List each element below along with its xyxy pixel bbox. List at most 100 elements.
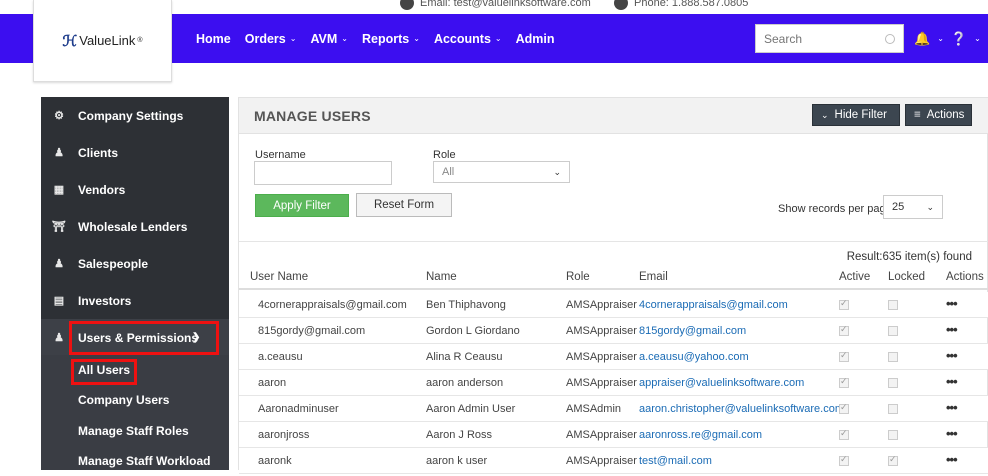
records-per-page-select[interactable]: 25 ⌄	[883, 195, 943, 219]
table-row[interactable]: aaronjrossAaron J RossAMSAppraiseraaronr…	[239, 422, 988, 448]
brand-trademark: ®	[137, 37, 142, 44]
cell-email-link[interactable]: aaron.christopher@valuelinksoftware.com	[639, 403, 844, 415]
nav-accounts[interactable]: Accounts⌄	[434, 32, 502, 46]
apply-filter-button[interactable]: Apply Filter	[255, 194, 349, 217]
locked-checkbox[interactable]	[888, 352, 898, 362]
sidebar-item-label: Investors	[78, 294, 131, 308]
active-checkbox[interactable]	[839, 430, 849, 440]
submenu-label: Manage Staff Workload	[78, 454, 210, 468]
more-actions-icon[interactable]: •••	[946, 296, 957, 311]
table-row[interactable]: 4cornerappraisals@gmail.com Ben Thiphavon…	[239, 292, 988, 318]
cell-name: Ben Thiphavong	[426, 299, 506, 311]
more-actions-icon[interactable]: •••	[946, 400, 957, 415]
active-checkbox[interactable]	[839, 300, 849, 310]
nav-home[interactable]: Home	[196, 32, 231, 46]
chevron-down-icon: ⌄	[553, 167, 561, 178]
cell-email-link[interactable]: a.ceausu@yahoo.com	[639, 351, 749, 363]
help-icon[interactable]: ❔	[951, 31, 967, 47]
email-contact: Email: test@valuelinksoftware.com	[400, 0, 591, 10]
cell-name: Aaron Admin User	[426, 403, 515, 415]
cell-email-link[interactable]: appraiser@valuelinksoftware.com	[639, 377, 804, 389]
building-icon: ▦	[52, 183, 66, 196]
submenu-manage-staff-workload[interactable]: Manage Staff Workload	[41, 446, 229, 476]
locked-checkbox[interactable]	[888, 404, 898, 414]
search-input[interactable]	[764, 32, 874, 46]
sidebar-item-label: Vendors	[78, 183, 125, 197]
column-header-locked[interactable]: Locked	[888, 271, 925, 283]
table-row[interactable]: aaronaaron andersonAMSAppraiserappraiser…	[239, 370, 988, 396]
nav-orders[interactable]: Orders⌄	[245, 32, 297, 46]
sidebar-item-company-settings[interactable]: ⚙ Company Settings	[41, 97, 229, 134]
cell-email-link[interactable]: test@mail.com	[639, 455, 712, 467]
column-header-active[interactable]: Active	[839, 271, 870, 283]
table-row[interactable]: aaronkaaron k userAMSAppraisertest@mail.…	[239, 448, 988, 474]
user-icon: ♟	[52, 146, 66, 159]
submenu-label: Manage Staff Roles	[78, 424, 189, 438]
cell-email-link[interactable]: 815gordy@gmail.com	[639, 325, 746, 337]
more-actions-icon[interactable]: •••	[946, 374, 957, 389]
nav-avm[interactable]: AVM⌄	[310, 32, 348, 46]
page-title: MANAGE USERS	[254, 108, 371, 124]
logo-box[interactable]: ℋ ValueLink®	[33, 0, 172, 82]
more-actions-icon[interactable]: •••	[946, 452, 957, 467]
submenu-manage-staff-roles[interactable]: Manage Staff Roles	[41, 416, 229, 446]
active-checkbox[interactable]	[839, 456, 849, 466]
sidebar-item-wholesale-lenders[interactable]: ⛩ Wholesale Lenders	[41, 208, 229, 245]
search-box[interactable]	[755, 24, 904, 53]
cell-role: AMSAppraiser	[566, 325, 637, 337]
nav-admin[interactable]: Admin	[516, 32, 555, 46]
locked-checkbox[interactable]	[888, 326, 898, 336]
sidebar: ⚙ Company Settings ♟ Clients ▦ Vendors ⛩…	[41, 97, 229, 470]
chevron-down-icon: ⌄	[413, 34, 420, 43]
sidebar-item-clients[interactable]: ♟ Clients	[41, 134, 229, 171]
search-icon[interactable]	[885, 34, 895, 44]
active-checkbox[interactable]	[839, 404, 849, 414]
column-header-role[interactable]: Role	[566, 271, 590, 283]
reset-form-button[interactable]: Reset Form	[356, 193, 452, 217]
column-header-username[interactable]: User Name	[250, 271, 308, 283]
column-header-actions: Actions	[946, 271, 984, 283]
id-card-icon: ▤	[52, 294, 66, 307]
sidebar-item-salespeople[interactable]: ♟ Salespeople	[41, 245, 229, 282]
role-select[interactable]: All ⌄	[433, 161, 570, 183]
records-per-page-label: Show records per page	[778, 203, 892, 215]
column-header-email[interactable]: Email	[639, 271, 668, 283]
locked-checkbox[interactable]	[888, 378, 898, 388]
more-actions-icon[interactable]: •••	[946, 426, 957, 441]
cell-name: Alina R Ceausu	[426, 351, 502, 363]
username-field[interactable]	[254, 161, 392, 185]
cell-email-link[interactable]: aaronross.re@gmail.com	[639, 429, 762, 441]
cell-role: AMSAppraiser	[566, 429, 637, 441]
nav-home-label: Home	[196, 32, 231, 46]
table-row[interactable]: 815gordy@gmail.comGordon L GiordanoAMSAp…	[239, 318, 988, 344]
chevron-down-icon: ⌄	[821, 110, 829, 121]
table-row[interactable]: AaronadminuserAaron Admin UserAMSAdminaa…	[239, 396, 988, 422]
submenu-label: Company Users	[78, 393, 169, 407]
cell-username: aaronk	[258, 455, 292, 467]
locked-checkbox[interactable]	[888, 430, 898, 440]
sidebar-item-vendors[interactable]: ▦ Vendors	[41, 171, 229, 208]
phone-text: Phone: 1.888.587.0805	[634, 0, 748, 9]
active-checkbox[interactable]	[839, 378, 849, 388]
actions-button[interactable]: ≡ Actions	[905, 104, 972, 126]
sidebar-item-investors[interactable]: ▤ Investors	[41, 282, 229, 319]
cell-name: aaron anderson	[426, 377, 503, 389]
manage-users-panel: MANAGE USERS ⌄ Hide Filter ≡ Actions Use…	[238, 97, 988, 470]
chevron-down-icon[interactable]: ⌄	[937, 34, 944, 43]
bell-icon[interactable]: 🔔	[914, 31, 930, 47]
records-per-page-value: 25	[892, 201, 904, 213]
column-header-name[interactable]: Name	[426, 271, 457, 283]
nav-reports[interactable]: Reports⌄	[362, 32, 420, 46]
active-checkbox[interactable]	[839, 326, 849, 336]
hide-filter-button[interactable]: ⌄ Hide Filter	[812, 104, 900, 126]
more-actions-icon[interactable]: •••	[946, 322, 957, 337]
cell-email-link[interactable]: 4cornerappraisals@gmail.com	[639, 299, 788, 311]
table-header: User Name Name Role Email Active Locked …	[239, 268, 988, 290]
locked-checkbox[interactable]	[888, 456, 898, 466]
active-checkbox[interactable]	[839, 352, 849, 362]
locked-checkbox[interactable]	[888, 300, 898, 310]
submenu-company-users[interactable]: Company Users	[41, 385, 229, 415]
table-row[interactable]: a.ceausuAlina R CeausuAMSAppraisera.ceau…	[239, 344, 988, 370]
more-actions-icon[interactable]: •••	[946, 348, 957, 363]
chevron-down-icon[interactable]: ⌄	[974, 34, 981, 43]
